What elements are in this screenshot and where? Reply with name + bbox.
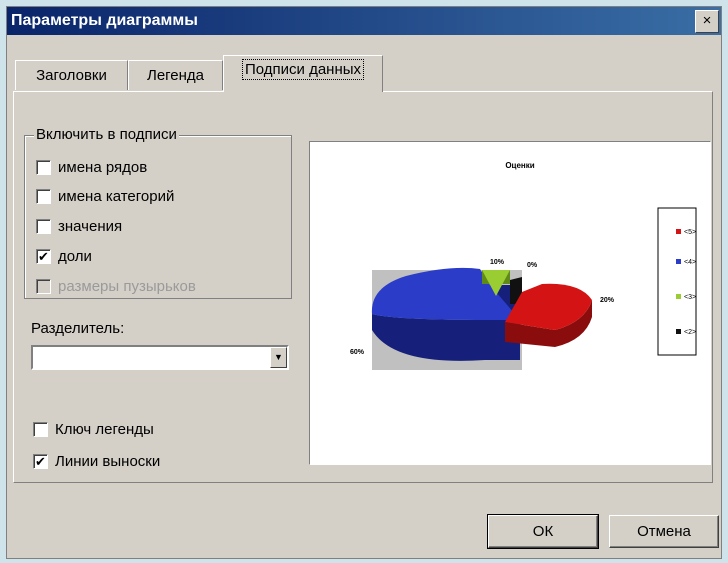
bubble-sizes-label: размеры пузырьков: [58, 278, 196, 295]
data-label-0: 0%: [527, 262, 538, 269]
percentages-label: доли: [58, 248, 92, 265]
values-label: значения: [58, 218, 123, 235]
legend-swatch-4: [676, 259, 681, 264]
legend-label-2: <2>: [684, 329, 696, 336]
dropdown-arrow-icon[interactable]: ▼: [270, 347, 287, 368]
percentages-checkbox[interactable]: ✔: [36, 249, 51, 264]
values-checkbox[interactable]: [36, 219, 51, 234]
chart-title: Оценки: [505, 161, 534, 170]
separator-label: Разделитель:: [31, 320, 125, 337]
data-label-60: 60%: [350, 349, 365, 356]
chart-preview-svg: Оценки 10% 0% 20% 60% <5> <4> <3> <2>: [350, 161, 697, 370]
legend: <5> <4> <3> <2>: [657, 207, 697, 356]
tab-legend[interactable]: Легенда: [128, 60, 223, 90]
title-bar: Параметры диаграммы ×: [7, 7, 721, 35]
tab-legend-label: Легенда: [146, 67, 205, 84]
data-label-20: 20%: [600, 297, 615, 304]
series-names-checkbox[interactable]: [36, 160, 51, 175]
check-icon: ✔: [35, 454, 46, 469]
data-label-10: 10%: [490, 259, 505, 266]
category-names-label: имена категорий: [58, 188, 175, 205]
legend-label-3: <3>: [684, 294, 696, 301]
tab-titles[interactable]: Заголовки: [15, 60, 128, 90]
check-icon: ✔: [38, 249, 49, 264]
legend-label-5: <5>: [684, 229, 696, 236]
legend-swatch-3: [676, 294, 681, 299]
bubble-sizes-checkbox: [36, 279, 51, 294]
legend-key-checkbox[interactable]: [33, 422, 48, 437]
legend-label-4: <4>: [684, 259, 696, 266]
ok-button[interactable]: ОК: [487, 514, 599, 549]
separator-select[interactable]: ▼: [31, 345, 289, 370]
close-icon: ×: [702, 12, 712, 29]
legend-swatch-5: [676, 229, 681, 234]
leader-lines-checkbox[interactable]: ✔: [33, 454, 48, 469]
chart-preview: Оценки 10% 0% 20% 60% <5> <4> <3> <2>: [309, 141, 711, 465]
cancel-button[interactable]: Отмена: [609, 515, 719, 548]
tab-data-labels[interactable]: Подписи данных: [223, 55, 383, 92]
category-names-checkbox[interactable]: [36, 189, 51, 204]
include-group-title: Включить в подписи: [34, 125, 179, 145]
tab-titles-label: Заголовки: [36, 67, 107, 84]
tab-data-labels-label: Подписи данных: [241, 59, 365, 80]
series-names-label: имена рядов: [58, 159, 148, 176]
dialog-title: Параметры диаграммы: [11, 12, 198, 29]
close-button[interactable]: ×: [695, 10, 719, 33]
leader-lines-label: Линии выноски: [55, 453, 161, 470]
legend-swatch-2: [676, 329, 681, 334]
legend-key-label: Ключ легенды: [55, 421, 154, 438]
